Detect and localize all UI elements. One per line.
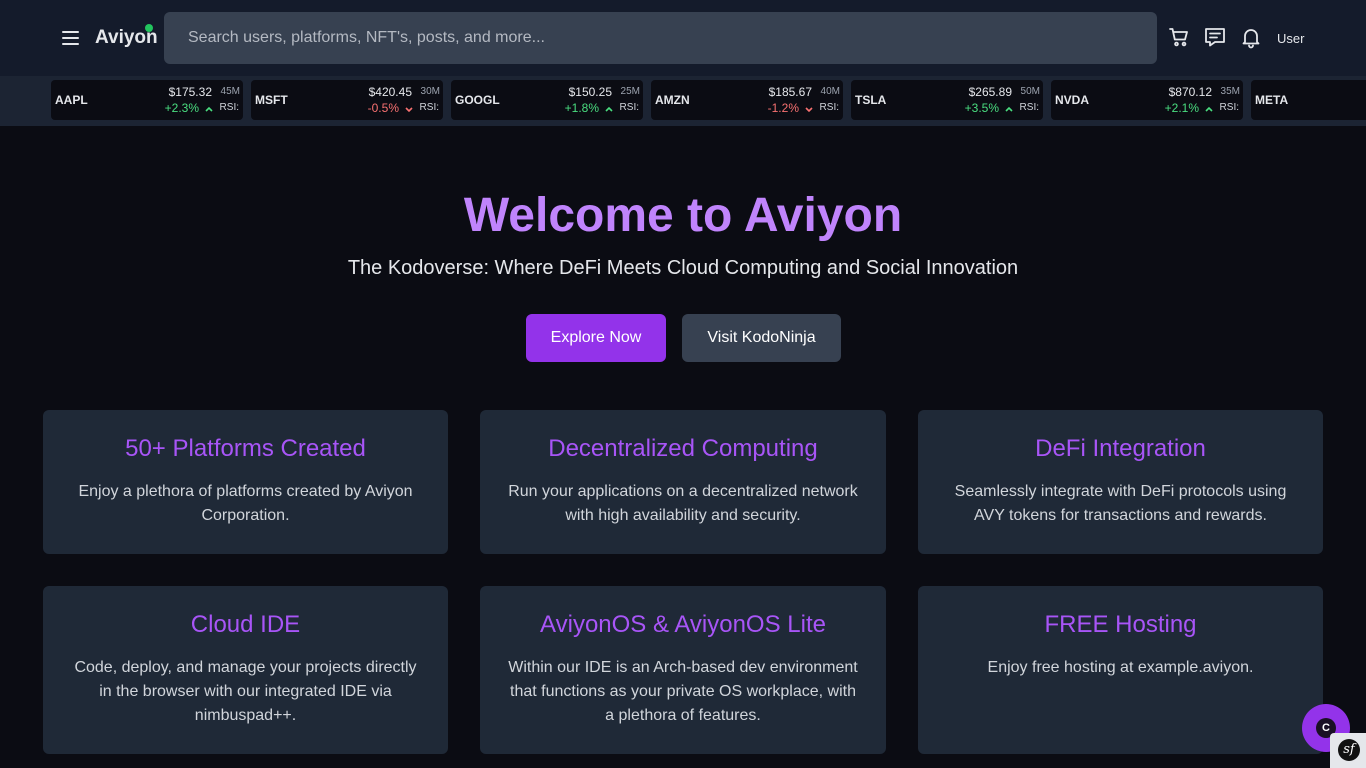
feature-description: Within our IDE is an Arch-based dev envi… [508, 659, 858, 724]
ticker-change: +2.3% [164, 101, 199, 115]
online-status-dot [145, 24, 153, 32]
ticker-price: $420.45 [368, 85, 412, 99]
ticker-rsi: RSI: [1219, 102, 1239, 113]
chevron-up-icon [605, 106, 613, 112]
visit-kodoninja-button[interactable]: Visit KodoNinja [682, 314, 841, 362]
feature-title: DeFi Integration [1035, 435, 1206, 462]
feature-card: AviyonOS & AviyonOS Lite Within our IDE … [480, 586, 886, 754]
feature-description: Run your applications on a decentralized… [508, 483, 858, 524]
ticker-item[interactable]: TSLA $265.89 50M +3.5% RSI: [851, 80, 1043, 120]
ticker-volume: 30M [420, 86, 440, 97]
cart-icon[interactable] [1167, 25, 1191, 49]
ticker-volume: 40M [820, 86, 840, 97]
ticker-symbol: AMZN [655, 93, 690, 107]
ticker-symbol: MSFT [255, 93, 288, 107]
ticker-change: +2.1% [1164, 101, 1199, 115]
feature-title: Decentralized Computing [548, 435, 818, 462]
ticker-symbol: AAPL [55, 93, 88, 107]
ticker-symbol: NVDA [1055, 93, 1090, 107]
ticker-price: $185.67 [768, 85, 812, 99]
ticker-symbol: META [1255, 93, 1289, 107]
ticker-item[interactable]: AAPL $175.32 45M +2.3% RSI: [51, 80, 243, 120]
chevron-up-icon [205, 106, 213, 112]
debug-toolbar-toggle[interactable]: sf [1330, 733, 1366, 768]
explore-now-button[interactable]: Explore Now [526, 314, 666, 362]
feature-card: FREE Hosting Enjoy free hosting at examp… [918, 586, 1323, 754]
ticker-item[interactable]: MSFT $420.45 30M -0.5% RSI: [251, 80, 443, 120]
feature-description: Enjoy free hosting at example.aviyon. [987, 659, 1254, 676]
feature-card: 50+ Platforms Created Enjoy a plethora o… [43, 410, 448, 554]
ticker-price: $175.32 [168, 85, 212, 99]
top-header: Aviyon User [0, 0, 1366, 76]
ticker-change: +1.8% [564, 101, 599, 115]
hero-title: Welcome to Aviyon [463, 189, 903, 242]
ticker-volume: 25M [620, 86, 640, 97]
chevron-up-icon [1205, 106, 1213, 112]
ticker-volume: 50M [1020, 86, 1040, 97]
chevron-up-icon [1005, 106, 1013, 112]
ticker-rsi: RSI: [419, 102, 439, 113]
feature-description: Code, deploy, and manage your projects d… [74, 659, 417, 724]
ticker-volume: 45M [220, 86, 240, 97]
ticker-symbol: GOOGL [455, 93, 500, 107]
stock-ticker: AAPL $175.32 45M +2.3% RSI: MSFT $420.45… [0, 76, 1366, 126]
feature-description: Seamlessly integrate with DeFi protocols… [954, 483, 1287, 524]
message-icon[interactable] [1203, 25, 1227, 49]
avatar-alt-text: User [1277, 31, 1305, 46]
ticker-rsi: RSI: [819, 102, 839, 113]
feature-title: 50+ Platforms Created [125, 435, 366, 462]
ticker-change: -1.2% [767, 101, 799, 115]
ticker-item[interactable]: GOOGL $150.25 25M +1.8% RSI: [451, 80, 643, 120]
ticker-price: $265.89 [968, 85, 1012, 99]
feature-card: Cloud IDE Code, deploy, and manage your … [43, 586, 448, 754]
symfony-icon: sf [1338, 739, 1360, 761]
ticker-item[interactable]: META [1251, 80, 1366, 120]
avatar[interactable]: User [1275, 18, 1305, 50]
feature-description: Enjoy a plethora of platforms created by… [78, 483, 413, 524]
ticker-rsi: RSI: [619, 102, 639, 113]
ticker-change: -0.5% [367, 101, 399, 115]
ticker-rsi: RSI: [1019, 102, 1039, 113]
chevron-down-icon [805, 107, 813, 113]
feature-title: AviyonOS & AviyonOS Lite [540, 611, 826, 638]
feature-card: DeFi Integration Seamlessly integrate wi… [918, 410, 1323, 554]
ticker-rsi: RSI: [219, 102, 239, 113]
ticker-change: +3.5% [964, 101, 999, 115]
ticker-price: $870.12 [1168, 85, 1212, 99]
bell-icon[interactable] [1239, 25, 1263, 49]
ticker-symbol: TSLA [855, 93, 887, 107]
ticker-item[interactable]: NVDA $870.12 35M +2.1% RSI: [1051, 80, 1243, 120]
ticker-price: $150.25 [568, 85, 612, 99]
chevron-down-icon [405, 107, 413, 113]
feature-title: Cloud IDE [190, 611, 301, 638]
menu-icon[interactable] [58, 26, 84, 50]
ticker-volume: 35M [1220, 86, 1240, 97]
feature-card: Decentralized Computing Run your applica… [480, 410, 886, 554]
ticker-item[interactable]: AMZN $185.67 40M -1.2% RSI: [651, 80, 843, 120]
feature-title: FREE Hosting [1044, 611, 1197, 638]
search-input[interactable] [164, 12, 1157, 64]
hero-subtitle: The Kodoverse: Where DeFi Meets Cloud Co… [347, 257, 1019, 279]
